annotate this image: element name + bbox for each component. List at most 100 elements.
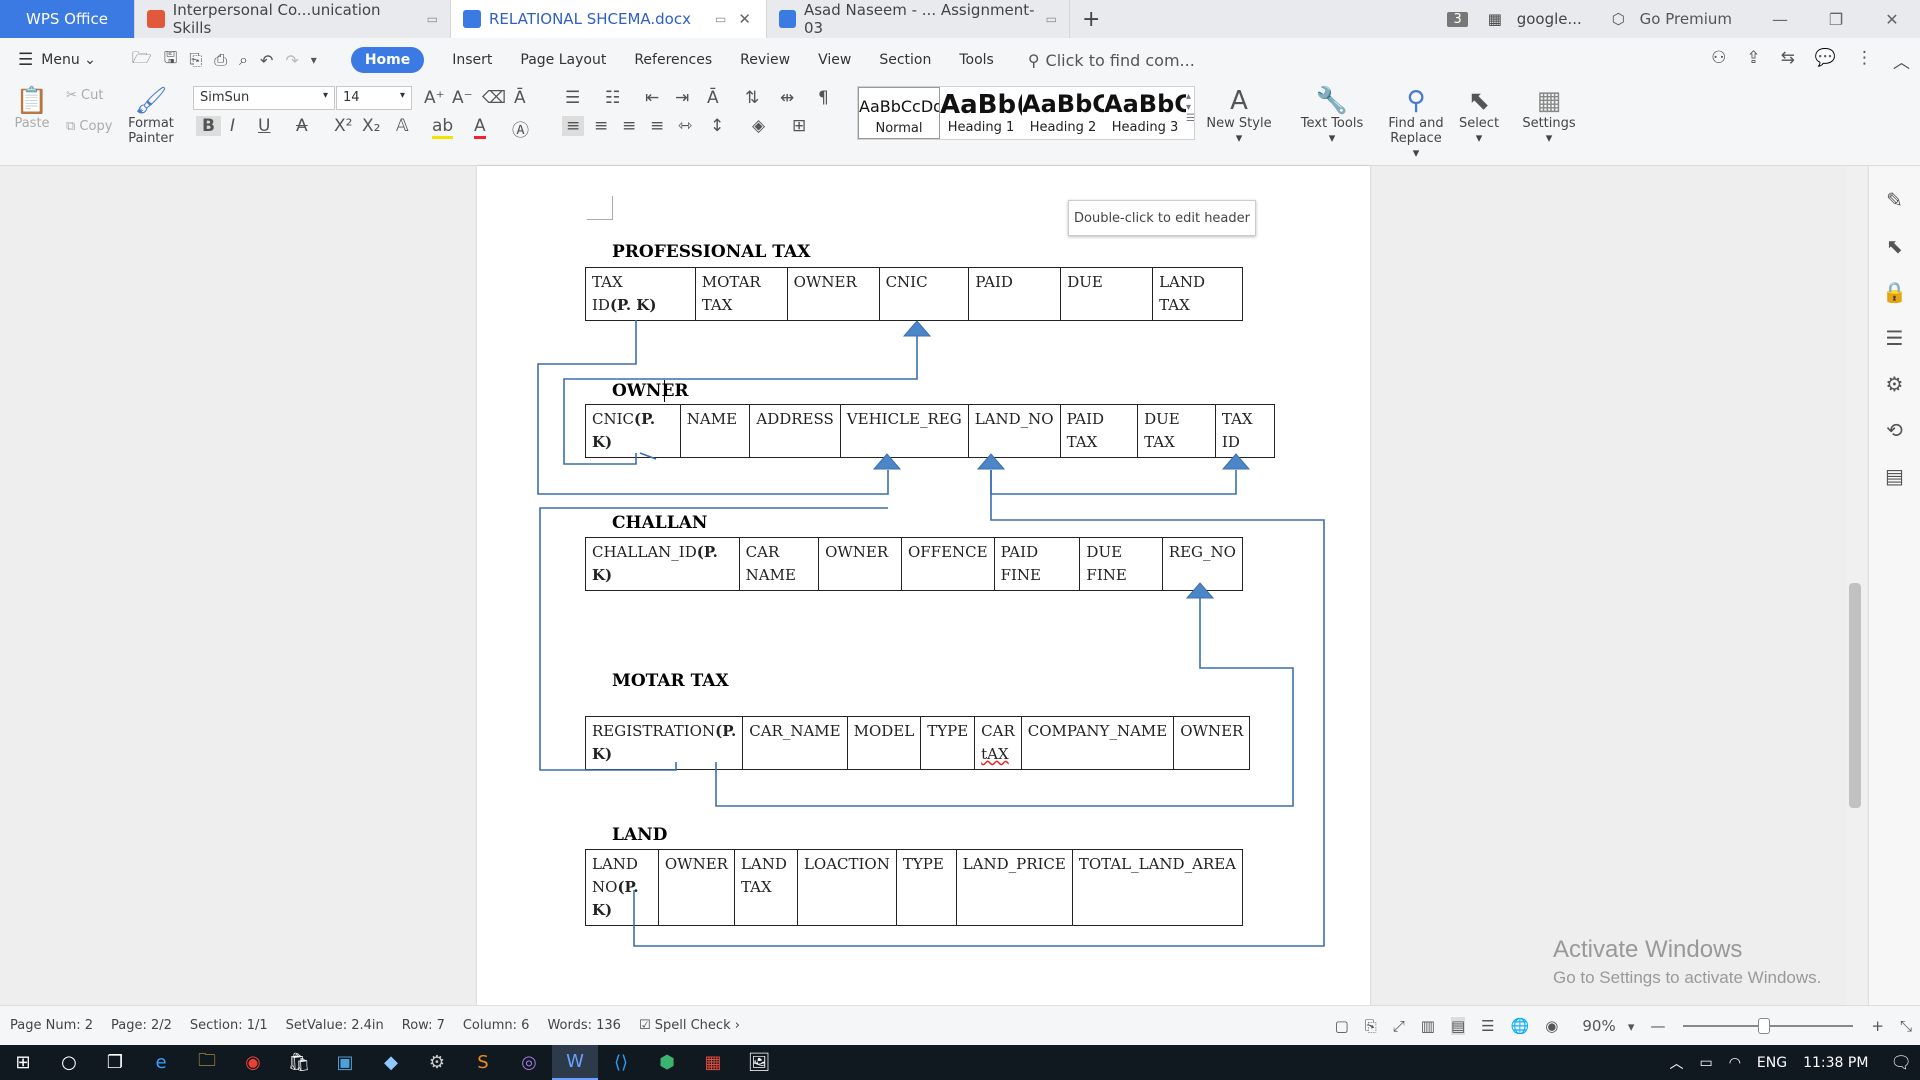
- table-cell[interactable]: DUE FINE: [1079, 537, 1163, 591]
- table-cell[interactable]: LAND_NO: [967, 404, 1061, 458]
- table-cell[interactable]: NAME: [679, 404, 751, 458]
- select-button[interactable]: ⬉ Select ▾: [1456, 86, 1502, 146]
- grow-font-icon[interactable]: A⁺: [424, 88, 445, 108]
- table-cell[interactable]: DUE: [1060, 267, 1154, 321]
- table-cell[interactable]: REG_NO: [1161, 537, 1244, 591]
- text-effect-icon[interactable]: Ā: [514, 88, 526, 108]
- table-cell[interactable]: LAND TAX: [1152, 267, 1243, 321]
- table-cell[interactable]: LAND NO(P. K): [585, 849, 659, 926]
- save-icon[interactable]: 🖫: [164, 47, 178, 74]
- file-explorer-icon[interactable]: 🗀: [184, 1045, 230, 1080]
- eye-protection-icon[interactable]: ◉: [1545, 1017, 1558, 1035]
- find-command-box[interactable]: ⚲ Click to find com...: [1028, 51, 1195, 70]
- open-icon[interactable]: 🗁: [132, 47, 152, 74]
- tab-insert[interactable]: Insert: [452, 52, 492, 68]
- tab-home[interactable]: Home: [350, 47, 425, 73]
- copy-button[interactable]: ⧉ Copy: [66, 119, 112, 134]
- style-heading-1[interactable]: AaBb( Heading 1: [940, 87, 1022, 139]
- restore-icon[interactable]: ❐: [1818, 10, 1854, 29]
- collaborate-icon[interactable]: ⚇: [1711, 48, 1726, 73]
- wifi-icon[interactable]: ◠: [1729, 1055, 1741, 1071]
- tab-section[interactable]: Section: [879, 52, 931, 68]
- zoom-out-icon[interactable]: —: [1650, 1017, 1665, 1035]
- status-words[interactable]: Words: 136: [547, 1018, 621, 1033]
- tray-chevron-icon[interactable]: ︿: [1669, 1053, 1683, 1073]
- decrease-indent-icon[interactable]: ⇤: [645, 88, 659, 108]
- zoom-slider-knob[interactable]: [1758, 1017, 1771, 1034]
- table-cell[interactable]: LAND_PRICE: [955, 849, 1073, 926]
- table-cell[interactable]: LAND TAX: [733, 849, 798, 926]
- battery-icon[interactable]: ▭: [1699, 1055, 1712, 1071]
- menu-button[interactable]: Menu ⌄: [41, 52, 96, 68]
- task-view-icon[interactable]: ❐: [92, 1045, 138, 1080]
- show-marks-icon[interactable]: ¶: [818, 88, 829, 108]
- app-icon[interactable]: ⬢: [644, 1045, 690, 1080]
- new-tab-button[interactable]: +: [1070, 0, 1112, 38]
- bullets-icon[interactable]: ☰: [565, 88, 580, 108]
- windows-start-icon[interactable]: ⊞: [0, 1045, 46, 1080]
- tab-relational-schema[interactable]: RELATIONAL SHCEMA.docx ▭ ✕: [451, 0, 767, 38]
- borders-icon[interactable]: ⊞: [792, 116, 806, 136]
- table-cell[interactable]: OWNER: [657, 849, 735, 926]
- table-cell[interactable]: ADDRESS: [749, 404, 841, 458]
- close-window-icon[interactable]: ✕: [1874, 10, 1910, 29]
- align-center-icon[interactable]: ≡: [594, 116, 608, 136]
- table-cell[interactable]: MODEL: [846, 716, 922, 770]
- font-style-icon[interactable]: 𝔸: [396, 116, 409, 136]
- document-panel-icon[interactable]: ▤: [1869, 464, 1920, 488]
- table-cell[interactable]: PAID TAX: [1059, 404, 1139, 458]
- search-icon[interactable]: ○: [46, 1045, 92, 1080]
- justify-icon[interactable]: ≡: [650, 116, 664, 136]
- table-cell[interactable]: COMPANY_NAME: [1020, 716, 1175, 770]
- font-size-select[interactable]: 14 ▾: [336, 86, 412, 110]
- tab-wps-office[interactable]: WPS Office: [0, 0, 135, 38]
- read-layout-icon[interactable]: ▥: [1421, 1017, 1435, 1035]
- table-cell[interactable]: PAID FINE: [993, 537, 1081, 591]
- app-icon[interactable]: ◆: [368, 1045, 414, 1080]
- app-icon[interactable]: ▦: [690, 1045, 736, 1080]
- wps-writer-icon[interactable]: W: [552, 1045, 598, 1080]
- status-page-num[interactable]: Page Num: 2: [10, 1018, 93, 1033]
- sort-icon[interactable]: ⇅: [745, 88, 759, 108]
- select-cursor-icon[interactable]: ⬉: [1869, 234, 1920, 258]
- comment-icon[interactable]: 💬: [1815, 48, 1836, 73]
- print-preview-icon[interactable]: ⌕: [239, 50, 248, 70]
- lock-icon[interactable]: 🔒: [1869, 280, 1920, 304]
- underline-icon[interactable]: U: [258, 116, 270, 136]
- distribute-icon[interactable]: ⇹: [780, 88, 794, 108]
- tab-count-badge[interactable]: 3: [1447, 11, 1468, 27]
- table-cell[interactable]: TAX ID(P. K): [585, 267, 696, 321]
- fit-window-icon[interactable]: ⤡: [1900, 1017, 1912, 1035]
- table-cell[interactable]: DUE TAX: [1137, 404, 1216, 458]
- tab-page-layout[interactable]: Page Layout: [520, 52, 606, 68]
- font-color-icon[interactable]: A: [474, 116, 486, 139]
- text-tools-button[interactable]: 🔧 Text Tools ▾: [1296, 86, 1368, 146]
- tab-view[interactable]: View: [818, 52, 851, 68]
- line-spacing-icon[interactable]: ↕: [710, 116, 724, 136]
- google-tab[interactable]: ▦ google...: [1488, 10, 1592, 28]
- chrome-icon[interactable]: ◉: [230, 1045, 276, 1080]
- outline-view-icon[interactable]: ▢: [1335, 1017, 1349, 1035]
- numbering-icon[interactable]: ☷: [605, 88, 620, 108]
- text-direction-icon[interactable]: Ā: [707, 88, 719, 108]
- app-icon[interactable]: ⚙: [414, 1045, 460, 1080]
- app-icon[interactable]: ▣: [322, 1045, 368, 1080]
- tab-references[interactable]: References: [634, 52, 712, 68]
- shrink-font-icon[interactable]: A⁻: [452, 88, 473, 108]
- font-name-select[interactable]: SimSun ▾: [193, 86, 335, 110]
- style-normal[interactable]: AaBbCcDd Normal: [858, 87, 940, 139]
- collapse-ribbon-icon[interactable]: ︿: [1893, 48, 1910, 73]
- table-cell[interactable]: TAX ID: [1214, 404, 1276, 458]
- edge-icon[interactable]: e: [138, 1045, 184, 1080]
- bold-icon[interactable]: B: [196, 116, 221, 136]
- find-replace-button[interactable]: ⚲ Find and Replace ▾: [1386, 86, 1446, 161]
- table-cell[interactable]: MOTAR TAX: [694, 267, 788, 321]
- outline-icon[interactable]: ☰: [1481, 1017, 1494, 1035]
- cut-button[interactable]: ✂ Cut: [66, 88, 103, 103]
- table-cell[interactable]: CNIC: [878, 267, 970, 321]
- store-icon[interactable]: 🛍: [276, 1045, 322, 1080]
- spell-check-button[interactable]: ☑ Spell Check ›: [639, 1018, 740, 1033]
- eraser-icon[interactable]: ⌫: [482, 88, 506, 108]
- format-painter-button[interactable]: 🖌 Format Painter: [128, 86, 174, 146]
- style-heading-2[interactable]: AaBbC Heading 2: [1022, 87, 1104, 139]
